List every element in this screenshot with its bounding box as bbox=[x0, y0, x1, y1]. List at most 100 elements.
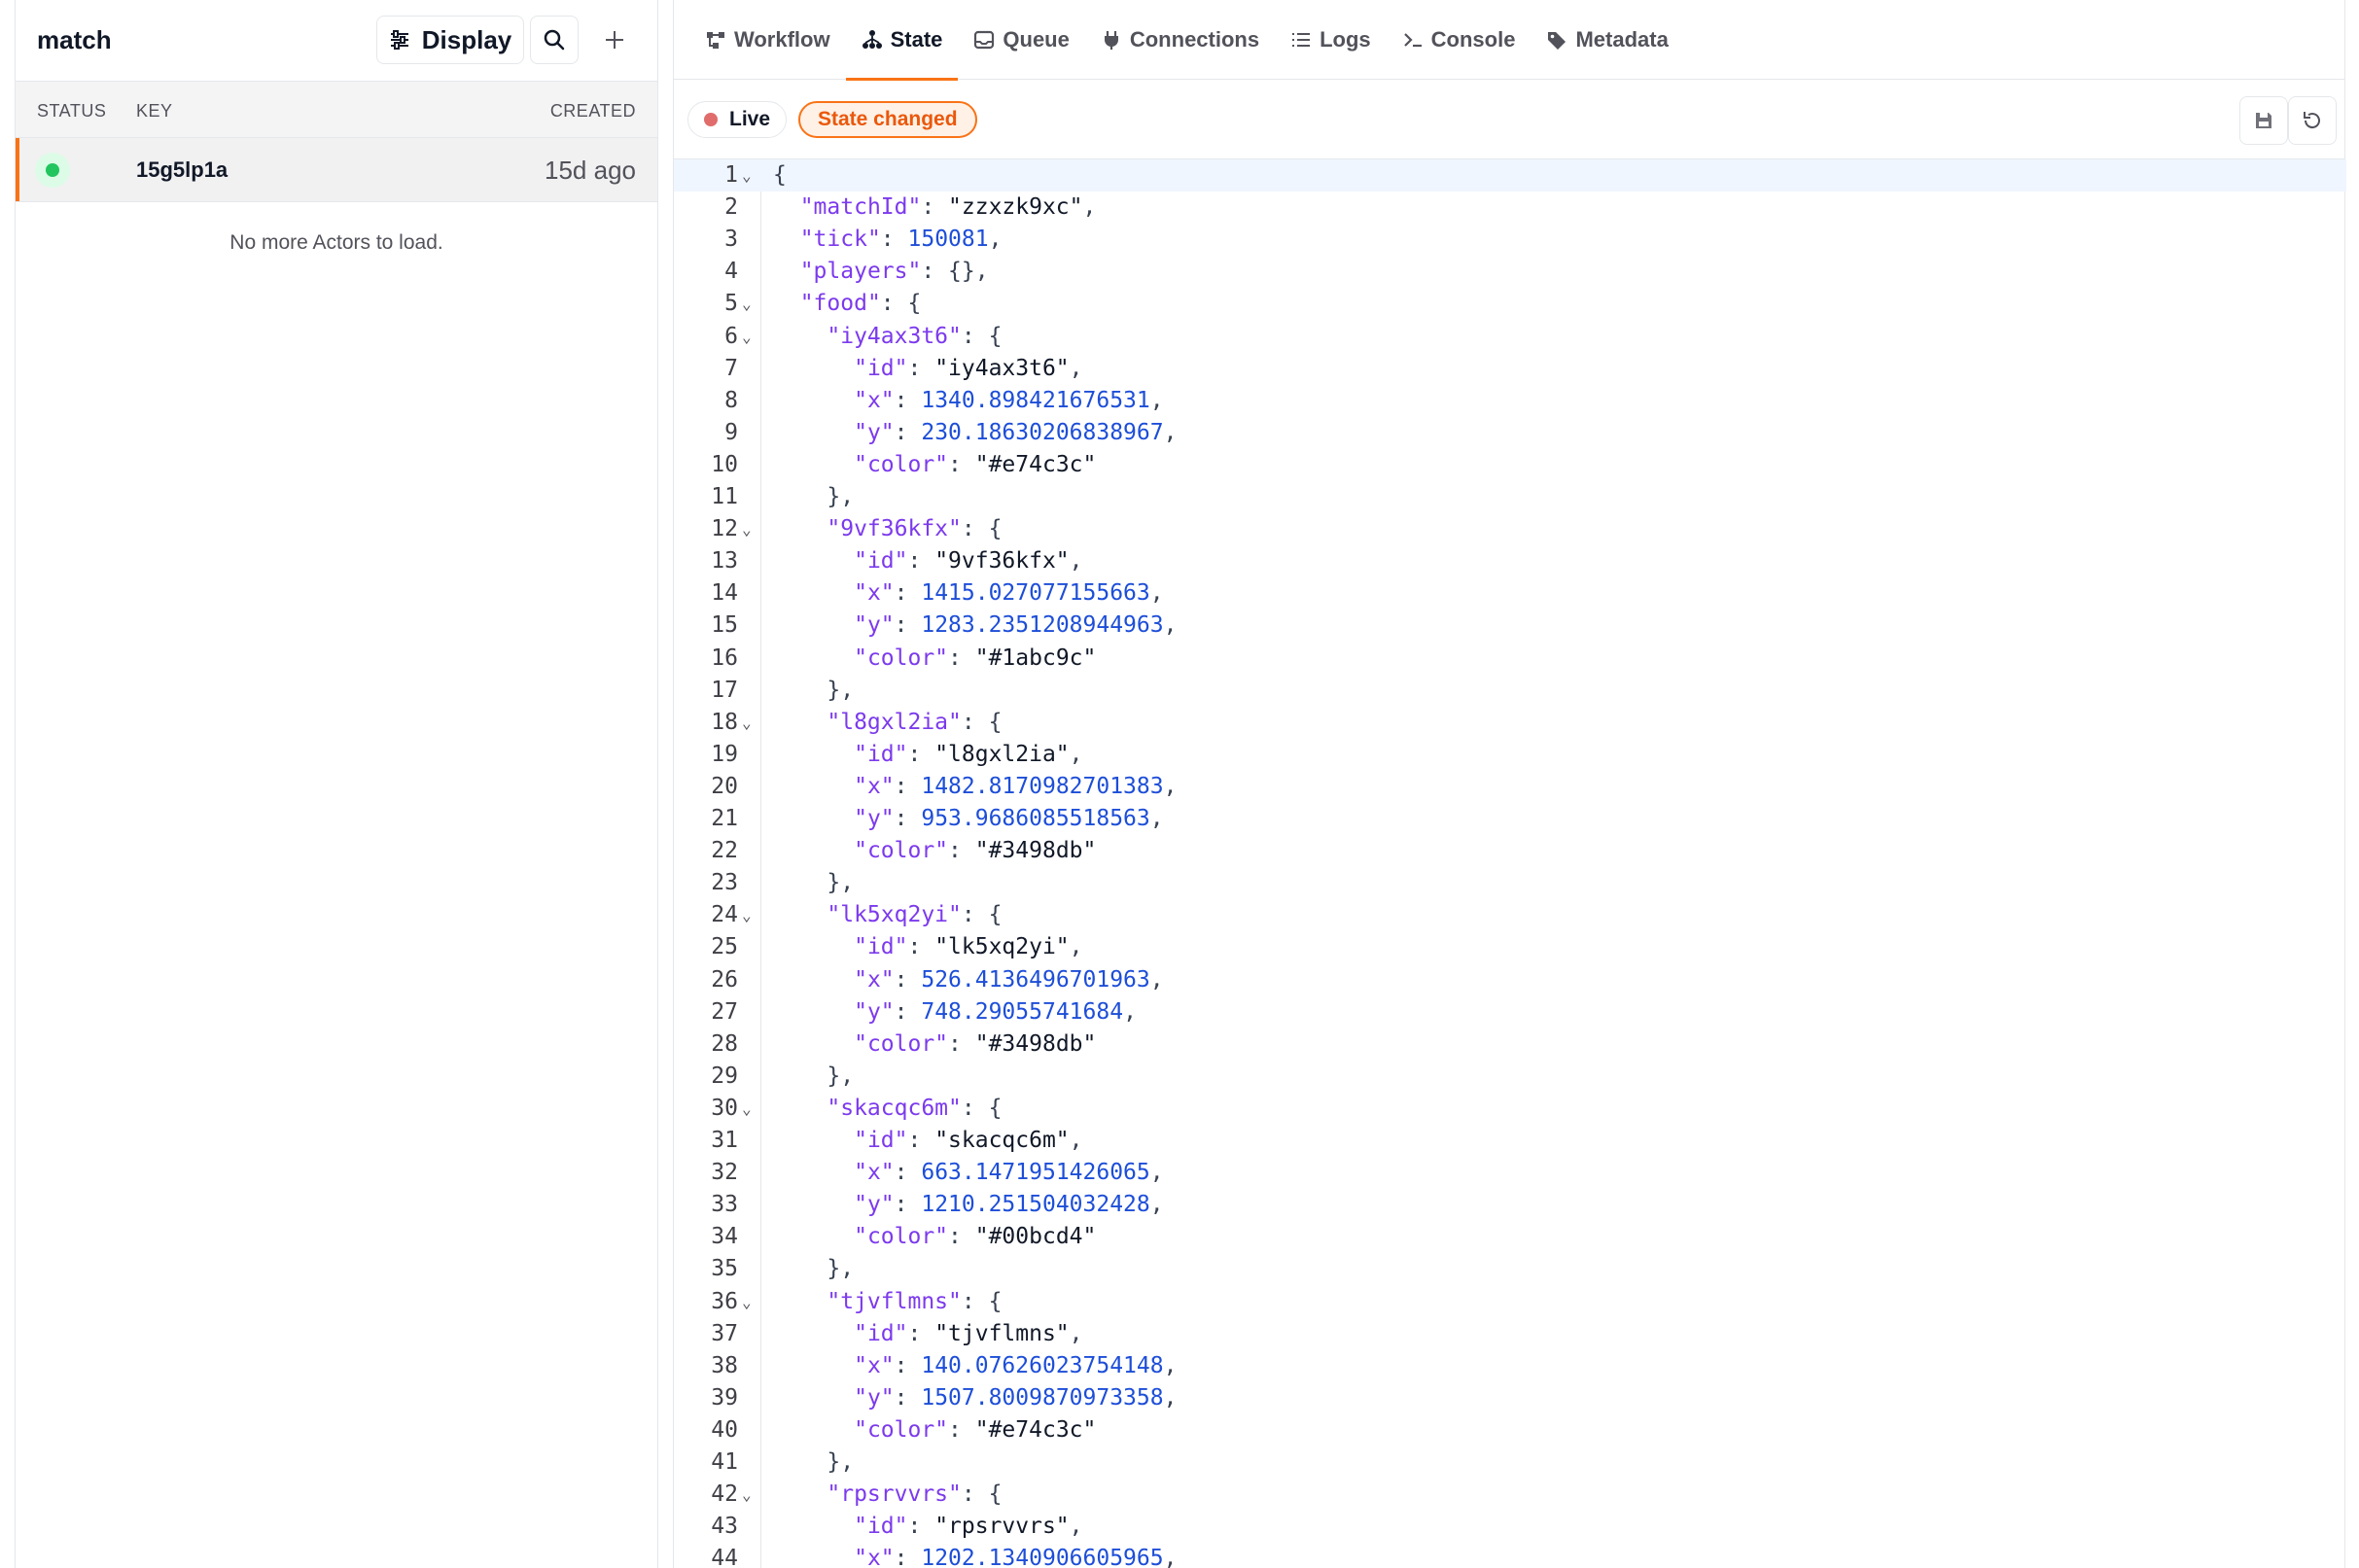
code-line[interactable]: 24 ⌄ "lk5xq2yi": { bbox=[674, 899, 2346, 931]
line-number: 22 bbox=[711, 838, 738, 864]
save-state-button[interactable] bbox=[2239, 96, 2288, 145]
actor-key: 15g5lp1a bbox=[136, 157, 229, 182]
code-line[interactable]: 35 }, bbox=[674, 1253, 2346, 1285]
code-line[interactable]: 36 ⌄ "tjvflmns": { bbox=[674, 1286, 2346, 1318]
code-line[interactable]: 1 ⌄ { bbox=[674, 159, 2346, 192]
code-line[interactable]: 23 }, bbox=[674, 867, 2346, 899]
code-token: "y" bbox=[854, 998, 895, 1025]
tag-icon bbox=[1548, 32, 1567, 50]
display-button[interactable]: Display bbox=[376, 16, 524, 64]
fold-chevron-icon[interactable]: ⌄ bbox=[742, 707, 759, 739]
code-text: "y": 1283.2351208944963, bbox=[773, 610, 1177, 642]
tab-queue[interactable]: Queue bbox=[958, 0, 1084, 80]
code-line[interactable]: 33 "y": 1210.251504032428, bbox=[674, 1189, 2346, 1221]
tab-metadata[interactable]: Metadata bbox=[1531, 0, 1683, 80]
code-line[interactable]: 18 ⌄ "l8gxl2ia": { bbox=[674, 707, 2346, 739]
state-json-editor[interactable]: 1 ⌄{2 "matchId": "zzxzk9xc", 3 "tick": 150… bbox=[674, 159, 2346, 1568]
tab-console-label: Console bbox=[1430, 27, 1516, 52]
code-line[interactable]: 38 "x": 140.07626023754148, bbox=[674, 1350, 2346, 1382]
code-line[interactable]: 27 "y": 748.29055741684, bbox=[674, 996, 2346, 1028]
code-text: "x": 663.1471951426065, bbox=[773, 1157, 1164, 1189]
tab-workflow[interactable]: Workflow bbox=[689, 0, 846, 80]
code-token: "id" bbox=[854, 934, 908, 960]
code-line[interactable]: 20 "x": 1482.8170982701383, bbox=[674, 771, 2346, 803]
code-line[interactable]: 31 "id": "skacqc6m", bbox=[674, 1125, 2346, 1157]
tab-connections[interactable]: Connections bbox=[1085, 0, 1275, 80]
actor-row[interactable]: 15g5lp1a 15d ago bbox=[16, 138, 657, 202]
code-text: }, bbox=[773, 1061, 854, 1093]
line-number: 5 bbox=[724, 291, 738, 317]
fold-chevron-icon[interactable]: ⌄ bbox=[742, 1479, 759, 1511]
code-token: "color" bbox=[854, 1224, 949, 1250]
status-running-icon bbox=[35, 153, 70, 188]
code-line[interactable]: 34 "color": "#00bcd4" bbox=[674, 1221, 2346, 1253]
list-icon bbox=[1292, 33, 1311, 47]
code-line[interactable]: 3 "tick": 150081, bbox=[674, 224, 2346, 256]
code-token: }, bbox=[827, 1449, 855, 1475]
code-line[interactable]: 11 }, bbox=[674, 481, 2346, 513]
code-token: : bbox=[880, 226, 908, 253]
code-token: , bbox=[1163, 1384, 1178, 1411]
code-line[interactable]: 25 "id": "lk5xq2yi", bbox=[674, 931, 2346, 963]
line-number: 31 bbox=[711, 1128, 738, 1153]
code-token: : bbox=[948, 838, 975, 864]
add-actor-button[interactable] bbox=[590, 16, 639, 64]
code-line[interactable]: 15 "y": 1283.2351208944963, bbox=[674, 610, 2346, 642]
code-line[interactable]: 9 "y": 230.18630206838967, bbox=[674, 417, 2346, 449]
code-token: 140.07626023754148 bbox=[921, 1352, 1164, 1378]
code-line[interactable]: 41 }, bbox=[674, 1446, 2346, 1479]
tab-console[interactable]: Console bbox=[1387, 0, 1532, 80]
code-line[interactable]: 5 ⌄ "food": { bbox=[674, 288, 2346, 320]
code-line[interactable]: 32 "x": 663.1471951426065, bbox=[674, 1157, 2346, 1189]
fold-chevron-icon[interactable]: ⌄ bbox=[742, 899, 759, 931]
code-token: "matchId" bbox=[799, 194, 922, 221]
code-line[interactable]: 28 "color": "#3498db" bbox=[674, 1028, 2346, 1061]
fold-chevron-icon[interactable]: ⌄ bbox=[742, 159, 759, 192]
code-token: "zzxzk9xc" bbox=[948, 194, 1083, 221]
code-line[interactable]: 21 "y": 953.9686085518563, bbox=[674, 803, 2346, 835]
code-line[interactable]: 13 "id": "9vf36kfx", bbox=[674, 545, 2346, 577]
fold-chevron-icon[interactable]: ⌄ bbox=[742, 1286, 759, 1318]
code-line[interactable]: 12 ⌄ "9vf36kfx": { bbox=[674, 513, 2346, 545]
code-line[interactable]: 14 "x": 1415.027077155663, bbox=[674, 577, 2346, 610]
fold-chevron-icon[interactable]: ⌄ bbox=[742, 288, 759, 320]
code-text: "tjvflmns": { bbox=[773, 1286, 1002, 1318]
revert-state-button[interactable] bbox=[2288, 96, 2337, 145]
code-line[interactable]: 37 "id": "tjvflmns", bbox=[674, 1318, 2346, 1350]
code-line[interactable]: 19 "id": "l8gxl2ia", bbox=[674, 739, 2346, 771]
code-line[interactable]: 26 "x": 526.4136496701963, bbox=[674, 964, 2346, 996]
code-line[interactable]: 7 "id": "iy4ax3t6", bbox=[674, 353, 2346, 385]
code-line[interactable]: 2 "matchId": "zzxzk9xc", bbox=[674, 192, 2346, 224]
code-text: "x": 140.07626023754148, bbox=[773, 1350, 1177, 1382]
code-line[interactable]: 29 }, bbox=[674, 1061, 2346, 1093]
code-text: "lk5xq2yi": { bbox=[773, 899, 1002, 931]
code-line[interactable]: 40 "color": "#e74c3c" bbox=[674, 1414, 2346, 1446]
tab-logs[interactable]: Logs bbox=[1275, 0, 1387, 80]
search-button[interactable] bbox=[530, 16, 579, 64]
fold-chevron-icon[interactable]: ⌄ bbox=[742, 321, 759, 353]
line-number: 9 bbox=[724, 419, 738, 445]
fold-chevron-icon[interactable]: ⌄ bbox=[742, 1093, 759, 1125]
fold-chevron-icon[interactable]: ⌄ bbox=[742, 513, 759, 545]
code-line[interactable]: 22 "color": "#3498db" bbox=[674, 835, 2346, 867]
code-line[interactable]: 42 ⌄ "rpsrvvrs": { bbox=[674, 1479, 2346, 1511]
code-token: : bbox=[894, 419, 922, 445]
code-line[interactable]: 39 "y": 1507.8009870973358, bbox=[674, 1382, 2346, 1414]
code-token: : { bbox=[961, 323, 1003, 349]
sliders-icon bbox=[390, 30, 408, 50]
code-text: "color": "#00bcd4" bbox=[773, 1221, 1096, 1253]
code-text: "id": "skacqc6m", bbox=[773, 1125, 1082, 1157]
code-token: : { bbox=[961, 1288, 1003, 1314]
code-line[interactable]: 17 }, bbox=[674, 675, 2346, 707]
code-line[interactable]: 44 "x": 1202.1340906605965, bbox=[674, 1543, 2346, 1568]
code-line[interactable]: 43 "id": "rpsrvvrs", bbox=[674, 1511, 2346, 1543]
code-line[interactable]: 8 "x": 1340.898421676531, bbox=[674, 385, 2346, 417]
code-token: , bbox=[1069, 355, 1083, 381]
code-line[interactable]: 30 ⌄ "skacqc6m": { bbox=[674, 1093, 2346, 1125]
code-token: 1482.8170982701383 bbox=[921, 773, 1164, 799]
code-line[interactable]: 10 "color": "#e74c3c" bbox=[674, 449, 2346, 481]
code-line[interactable]: 6 ⌄ "iy4ax3t6": { bbox=[674, 321, 2346, 353]
code-line[interactable]: 4 "players": {}, bbox=[674, 256, 2346, 288]
tab-state[interactable]: State bbox=[845, 0, 959, 81]
code-line[interactable]: 16 "color": "#1abc9c" bbox=[674, 643, 2346, 675]
